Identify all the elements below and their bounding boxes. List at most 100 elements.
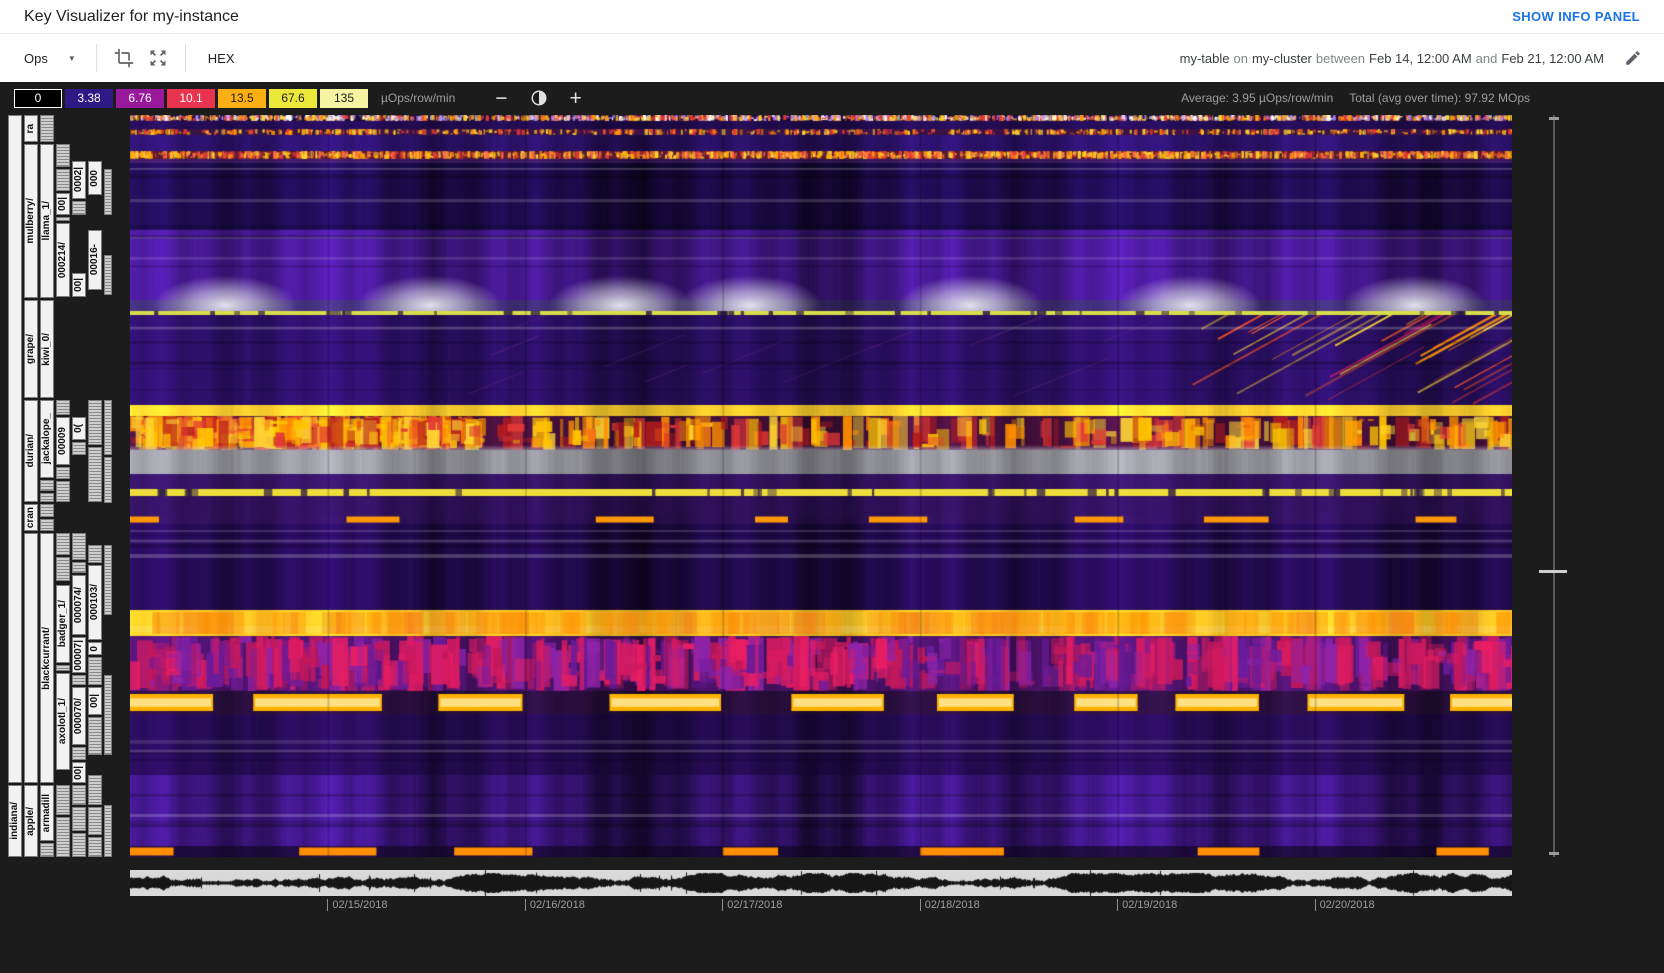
key-range-grape[interactable]: grape/ [24, 300, 38, 398]
key-range-0[interactable]: 0 [88, 642, 102, 655]
key-range[interactable] [40, 504, 54, 517]
key-range[interactable] [104, 169, 112, 215]
key-range-label: badger_1/ [57, 600, 68, 648]
key-range[interactable] [88, 837, 102, 857]
zoom-out-button[interactable]: − [495, 88, 507, 109]
key-range[interactable] [56, 217, 70, 221]
key-range[interactable] [104, 805, 112, 857]
key-range-000214[interactable]: 000214/ [56, 223, 70, 297]
activity-waveform-canvas[interactable] [130, 870, 1512, 896]
key-range[interactable] [104, 255, 112, 295]
key-range[interactable] [56, 144, 70, 167]
key-range[interactable] [72, 201, 86, 215]
key-range[interactable] [56, 400, 70, 415]
key-range-indiana[interactable]: indiana/ [8, 785, 22, 857]
legend-stop-67.6[interactable]: 67.6 [269, 88, 317, 108]
key-range[interactable] [8, 115, 22, 783]
key-range-sidebar: indiana/ra mulberry/grape/durian/cran appl… [0, 115, 124, 857]
key-range[interactable] [56, 557, 70, 581]
key-range[interactable] [88, 400, 102, 445]
activity-strip[interactable] [130, 870, 1512, 896]
key-range-armadill[interactable]: armadill [40, 785, 54, 841]
key-range-kiwi0[interactable]: kiwi_0/ [40, 300, 54, 398]
key-range[interactable] [88, 717, 102, 755]
key-range-llama1[interactable]: llama_1/ [40, 144, 54, 298]
key-range-0[interactable]: 0( [72, 417, 86, 440]
key-range-000070[interactable]: 000070/ [72, 687, 86, 745]
key-range[interactable] [56, 533, 70, 555]
edit-range-button[interactable] [1616, 41, 1650, 75]
key-range-000[interactable]: 000 [88, 161, 102, 195]
key-range[interactable] [104, 675, 112, 755]
key-range[interactable] [56, 169, 70, 191]
key-range-000074[interactable]: 000074/ [72, 575, 86, 635]
key-range-label: 00| [57, 197, 68, 211]
legend-stop-6.76[interactable]: 6.76 [116, 88, 164, 108]
key-range-000103[interactable]: 000103/ [88, 565, 102, 640]
scroll-handle[interactable] [1539, 570, 1567, 573]
key-range[interactable] [72, 533, 86, 560]
vertical-scrollbar[interactable] [1539, 115, 1567, 857]
metric-select[interactable]: Ops ▼ [14, 45, 86, 72]
key-range-jackalope[interactable]: jackalope_ [40, 400, 54, 478]
scroll-bottom-tick [1549, 852, 1559, 855]
key-range[interactable] [24, 533, 38, 783]
key-range-00[interactable]: 00| [72, 762, 86, 783]
key-range[interactable] [72, 442, 86, 455]
legend-stop-13.5[interactable]: 13.5 [218, 88, 266, 108]
legend-stop-10.1[interactable]: 10.1 [167, 88, 215, 108]
key-range[interactable] [72, 785, 86, 805]
legend-stop-0[interactable]: 0 [14, 88, 62, 108]
timeline-tick [722, 899, 724, 911]
fullscreen-button[interactable] [141, 41, 175, 75]
visualization-panel: 0 3.38 6.76 10.1 13.5 67.6 135 µOps/row/min − … [0, 82, 1664, 973]
key-range[interactable] [88, 545, 102, 563]
show-info-panel-button[interactable]: SHOW INFO PANEL [1512, 9, 1640, 24]
key-range-00007[interactable]: 00007| [72, 637, 86, 673]
key-range[interactable] [72, 833, 86, 857]
key-range-cran[interactable]: cran [24, 504, 38, 531]
key-range-00[interactable]: 00| [72, 273, 86, 297]
key-range[interactable] [88, 447, 102, 502]
key-range-ra[interactable]: ra [24, 115, 38, 142]
key-range-badger1[interactable]: badger_1/ [56, 585, 70, 663]
legend-stop-3.38[interactable]: 3.38 [65, 88, 113, 108]
key-range[interactable] [40, 480, 54, 491]
key-range[interactable] [56, 467, 70, 479]
key-range-apple[interactable]: apple/ [24, 785, 38, 857]
key-range[interactable] [104, 400, 112, 455]
key-range[interactable] [56, 817, 70, 857]
key-range-00[interactable]: 00| [56, 193, 70, 215]
key-range[interactable] [72, 675, 86, 685]
hex-toggle-button[interactable]: HEX [196, 45, 247, 72]
key-range[interactable] [104, 457, 112, 503]
key-range[interactable] [104, 545, 112, 615]
key-range[interactable] [88, 657, 102, 685]
key-range[interactable] [88, 775, 102, 805]
key-range[interactable] [56, 665, 70, 671]
key-range[interactable] [40, 519, 54, 531]
crop-button[interactable] [107, 41, 141, 75]
key-range-axolotl1[interactable]: axolotl_1/ [56, 673, 70, 770]
key-range[interactable] [72, 562, 86, 573]
key-range[interactable] [56, 785, 70, 815]
key-range[interactable] [40, 115, 54, 142]
key-range-00[interactable]: 00| [88, 687, 102, 715]
key-range[interactable] [72, 807, 86, 831]
key-range-00009[interactable]: 00009 [56, 417, 70, 465]
key-range-00016[interactable]: 00016- [88, 230, 102, 290]
timeline-date: 02/19/2018 [1117, 899, 1177, 911]
key-range[interactable] [88, 807, 102, 835]
key-range-0002[interactable]: 0002| [72, 161, 86, 199]
key-range[interactable] [40, 843, 54, 857]
heatmap-canvas[interactable] [130, 115, 1512, 857]
key-range[interactable] [56, 481, 70, 502]
key-range[interactable] [72, 747, 86, 760]
key-range-blackcurrant[interactable]: blackcurrant/ [40, 533, 54, 783]
contrast-button[interactable] [530, 89, 548, 107]
key-range[interactable] [40, 493, 54, 502]
zoom-in-button[interactable]: + [570, 88, 582, 109]
key-range-mulberry[interactable]: mulberry/ [24, 144, 38, 298]
legend-stop-135[interactable]: 135 [320, 88, 368, 108]
key-range-durian[interactable]: durian/ [24, 400, 38, 502]
